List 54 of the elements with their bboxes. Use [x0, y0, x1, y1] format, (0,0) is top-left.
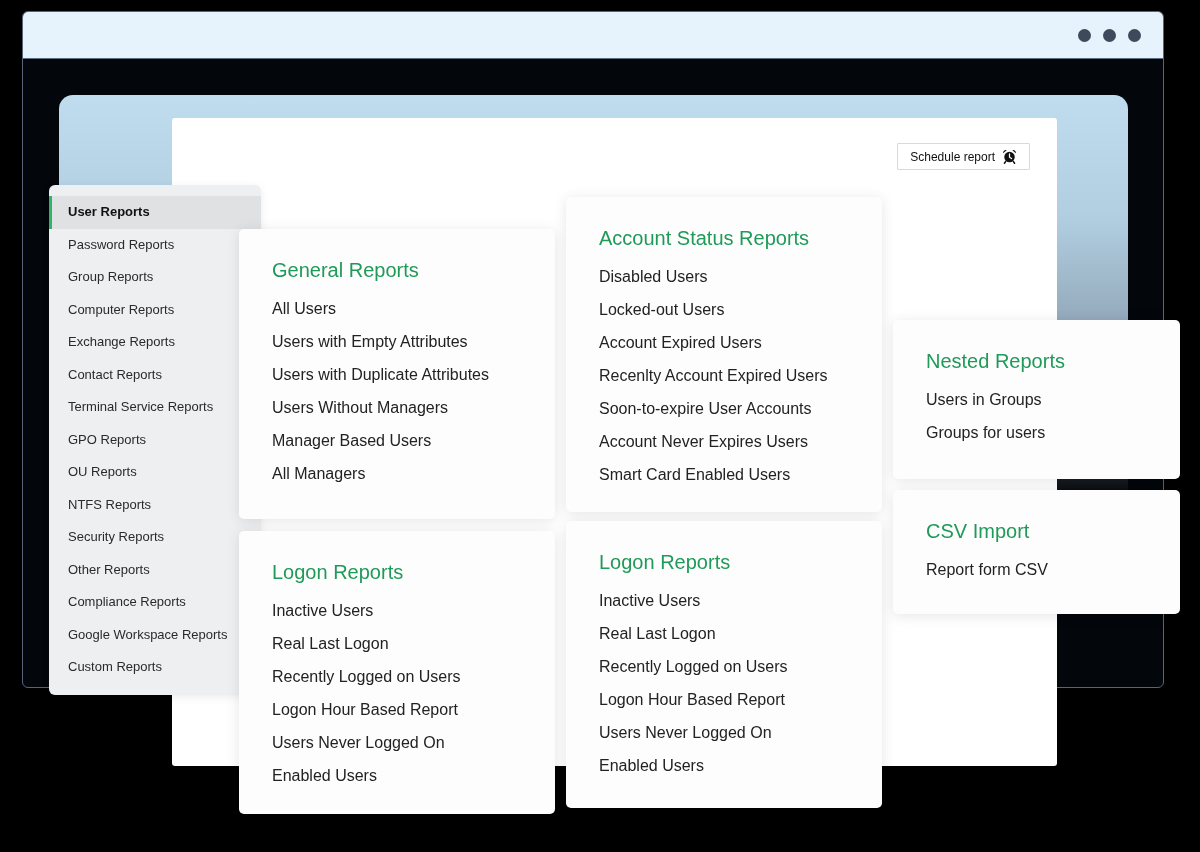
- report-link[interactable]: All Users: [272, 300, 336, 317]
- sidebar-item[interactable]: Terminal Service Reports: [49, 391, 237, 424]
- report-link[interactable]: Groups for users: [926, 424, 1046, 441]
- report-link[interactable]: Users with Duplicate Attributes: [272, 366, 489, 383]
- sidebar-item[interactable]: GPO Reports: [49, 423, 237, 456]
- report-link[interactable]: Soon-to-expire User Accounts: [599, 400, 812, 417]
- report-link[interactable]: Users with Empty Attributes: [272, 333, 468, 350]
- report-link[interactable]: Inactive Users: [599, 592, 701, 609]
- sidebar-item[interactable]: Password Reports: [49, 228, 237, 261]
- dot-icon: [1078, 28, 1091, 42]
- report-link[interactable]: Enabled Users: [599, 757, 704, 774]
- report-link[interactable]: Recently Logged on Users: [599, 658, 788, 675]
- report-link[interactable]: Users in Groups: [926, 391, 1042, 408]
- sidebar-item[interactable]: Custom Reports: [49, 651, 237, 684]
- sidebar-item[interactable]: Security Reports: [49, 521, 237, 554]
- dot-icon: [1128, 28, 1141, 42]
- report-link[interactable]: Recenlty Account Expired Users: [599, 367, 828, 384]
- report-link[interactable]: Logon Hour Based Report: [272, 701, 458, 718]
- sidebar-item[interactable]: OU Reports: [49, 456, 237, 489]
- report-link[interactable]: Account Expired Users: [599, 334, 762, 351]
- report-link[interactable]: Enabled Users: [272, 767, 377, 784]
- report-link[interactable]: Real Last Logon: [599, 625, 716, 642]
- card-title: Account Status Reports: [599, 226, 811, 251]
- sidebar-item[interactable]: Contact Reports: [49, 358, 237, 391]
- schedule-button[interactable]: Schedule report: [897, 143, 1030, 170]
- sidebar-item[interactable]: NTFS Reports: [49, 488, 237, 521]
- report-link[interactable]: Users Never Logged On: [599, 724, 772, 741]
- report-link[interactable]: All Managers: [272, 465, 366, 482]
- sidebar-item[interactable]: Group Reports: [49, 261, 237, 294]
- report-link[interactable]: Smart Card Enabled Users: [599, 466, 791, 483]
- report-link[interactable]: Inactive Users: [272, 602, 374, 619]
- report-link[interactable]: Users Without Managers: [272, 399, 449, 416]
- report-link[interactable]: Recently Logged on Users: [272, 668, 461, 685]
- dot-icon: [1103, 28, 1116, 42]
- report-link[interactable]: Users Never Logged On: [272, 734, 445, 751]
- card-title: Nested Reports: [926, 349, 1066, 374]
- report-link[interactable]: Account Never Expires Users: [599, 433, 808, 450]
- report-link[interactable]: Manager Based Users: [272, 432, 432, 449]
- card-title: Logon Reports: [272, 560, 405, 585]
- report-link[interactable]: Logon Hour Based Report: [599, 691, 785, 708]
- sidebar-item[interactable]: Google Workspace Reports: [49, 618, 237, 651]
- report-link[interactable]: Locked-out Users: [599, 301, 725, 318]
- sidebar-item[interactable]: Exchange Reports: [49, 326, 237, 359]
- report-link[interactable]: Real Last Logon: [272, 635, 389, 652]
- sidebar-item[interactable]: Computer Reports: [49, 293, 237, 326]
- alarm-clock-icon: [1002, 149, 1017, 164]
- sidebar-item[interactable]: Compliance Reports: [49, 586, 237, 619]
- card-title: Logon Reports: [599, 550, 732, 575]
- card-title: General Reports: [272, 258, 420, 283]
- sidebar-item[interactable]: User Reports: [49, 196, 261, 229]
- sidebar-item[interactable]: Other Reports: [49, 553, 237, 586]
- report-link[interactable]: Report form CSV: [926, 561, 1048, 578]
- card-title: CSV Import: [926, 519, 1031, 544]
- report-link[interactable]: Disabled Users: [599, 268, 708, 285]
